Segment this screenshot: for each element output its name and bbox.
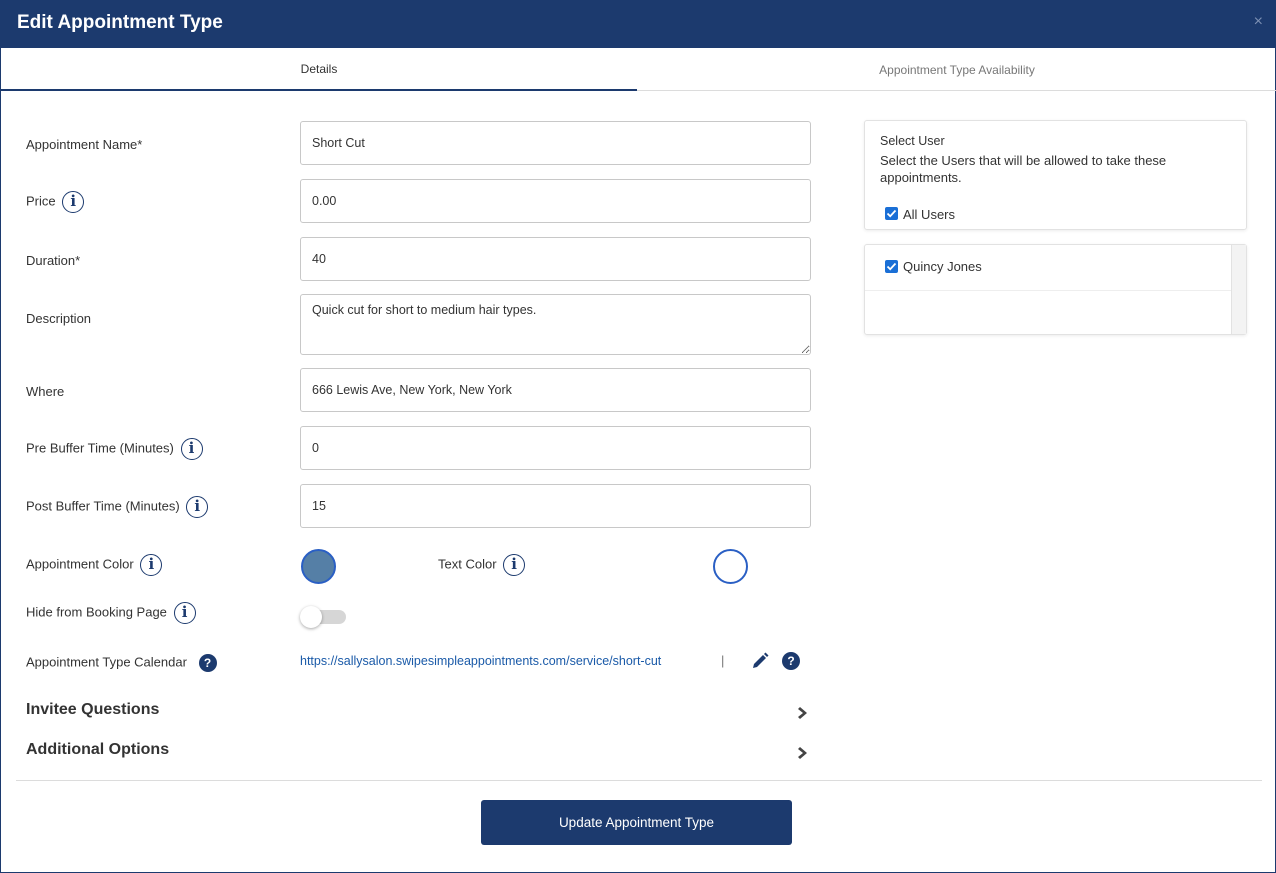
appointment-color-info-icon[interactable]: i [140,554,163,576]
text-color-swatch[interactable] [713,549,748,584]
price-info-icon[interactable]: i [62,191,85,213]
duration-input[interactable] [300,237,811,281]
additional-options-chevron-icon[interactable] [796,746,810,760]
calendar-url-link[interactable]: https://sallysalon.swipesimpleappointmen… [300,654,661,668]
all-users-label: All Users [903,207,956,222]
appointment-color-label: Appointment Color [26,556,134,572]
price-label: Price [26,193,56,209]
invitee-questions-toggle[interactable]: Invitee Questions [26,701,159,719]
where-label: Where [26,384,65,399]
calendar-help-icon[interactable]: ? [198,654,217,672]
modal-header: Edit Appointment Type × [1,0,1276,48]
appointment-name-label: Appointment Name* [26,137,143,152]
post-buffer-label-group: Post Buffer Time (Minutes) i [26,496,209,518]
footer-divider [16,780,1262,781]
where-input[interactable] [300,368,811,412]
edit-pencil-icon[interactable] [751,652,769,670]
hide-booking-info-icon[interactable]: i [173,602,196,624]
hide-booking-label-group: Hide from Booking Page i [26,602,196,624]
user-label-quincy-jones: Quincy Jones [903,259,982,274]
post-buffer-label: Post Buffer Time (Minutes) [26,498,180,514]
description-textarea[interactable]: Quick cut for short to medium hair types… [300,294,811,355]
tab-appointment-type-availability[interactable]: Appointment Type Availability [637,48,1276,91]
select-user-title: Select User [880,134,945,148]
list-row-divider [865,290,1231,291]
appointment-name-input[interactable] [300,121,811,165]
tab-bar: Details Appointment Type Availability [1,48,1276,91]
update-appointment-type-button[interactable]: Update Appointment Type [481,800,792,845]
post-buffer-input[interactable] [300,484,811,528]
users-list: Quincy Jones [864,244,1247,335]
select-user-panel: Select User Select the Users that will b… [864,120,1247,230]
invitee-questions-chevron-icon[interactable] [796,706,810,720]
additional-options-toggle[interactable]: Additional Options [26,741,169,759]
user-checkbox-quincy-jones[interactable] [885,260,898,273]
calendar-separator: | [721,653,725,668]
text-color-info-icon[interactable]: i [503,554,526,576]
appointment-color-swatch[interactable] [301,549,336,584]
price-input[interactable] [300,179,811,223]
duration-label: Duration* [26,253,81,268]
pre-buffer-label: Pre Buffer Time (Minutes) [26,440,174,456]
text-color-label: Text Color [438,556,497,572]
users-list-scrollbar[interactable] [1231,245,1246,334]
modal-title: Edit Appointment Type [17,12,223,33]
pre-buffer-info-icon[interactable]: i [180,438,203,460]
price-label-group: Price i [26,191,85,213]
edit-appointment-type-modal: Edit Appointment Type × Details Appointm… [0,0,1276,873]
calendar-url-help-icon[interactable]: ? [782,652,800,670]
pre-buffer-label-group: Pre Buffer Time (Minutes) i [26,438,203,460]
post-buffer-info-icon[interactable]: i [186,496,209,518]
calendar-label: Appointment Type Calendar [26,654,187,670]
text-color-label-group: Text Color i [438,554,526,576]
description-label: Description [26,311,92,326]
all-users-checkbox[interactable] [885,207,898,220]
appointment-color-label-group: Appointment Color i [26,554,163,576]
select-user-description: Select the Users that will be allowed to… [880,153,1167,185]
toggle-knob [300,606,322,628]
hide-booking-label: Hide from Booking Page [26,604,167,620]
tab-details[interactable]: Details [1,48,637,91]
close-icon[interactable]: × [1254,13,1263,31]
pre-buffer-input[interactable] [300,426,811,470]
calendar-label-group: Appointment Type Calendar ? [26,654,217,672]
hide-booking-toggle[interactable] [300,606,346,628]
